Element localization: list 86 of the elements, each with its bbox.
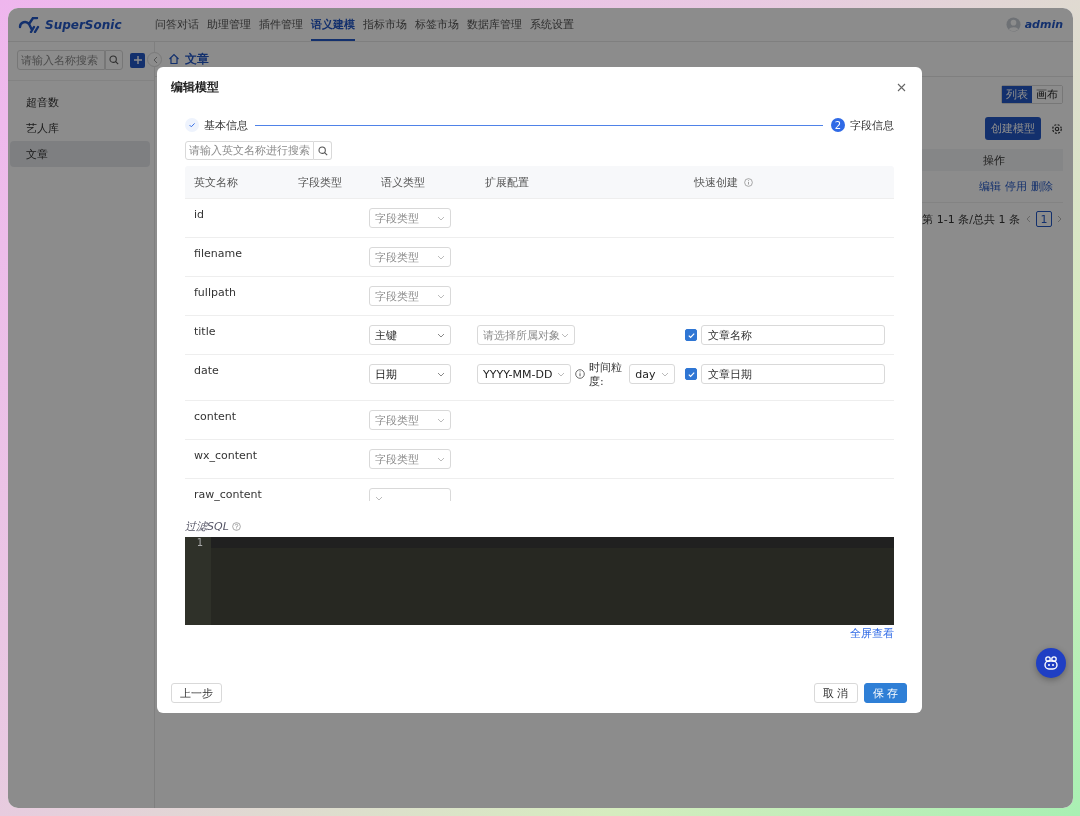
previous-step-button[interactable]: 上一步: [171, 683, 222, 703]
app-logo-text: SuperSonic: [45, 17, 122, 32]
semantic-type-select[interactable]: 字段类型: [369, 208, 451, 228]
table-cell: title: [194, 325, 216, 338]
sidebar-item[interactable]: 文章: [10, 141, 150, 167]
caret-down-icon: [437, 456, 445, 462]
step-label: 基本信息: [204, 117, 248, 133]
nav-tab[interactable]: 助理管理: [207, 8, 251, 41]
nav-tab[interactable]: 系统设置: [530, 8, 574, 41]
column-header: 操作: [983, 152, 1005, 168]
nav-tab[interactable]: 插件管理: [259, 8, 303, 41]
table-cell: raw_content: [194, 488, 262, 501]
save-button[interactable]: 保 存: [863, 683, 907, 703]
caret-down-icon: [437, 371, 445, 377]
granularity-select[interactable]: day: [629, 364, 676, 384]
line-number: 1: [196, 537, 203, 548]
action-link[interactable]: 停用: [1005, 179, 1027, 194]
info-icon[interactable]: [575, 369, 585, 379]
logo-icon: [18, 16, 40, 33]
search-button[interactable]: [314, 141, 332, 160]
table-cell: wx_content: [194, 449, 258, 462]
fullscreen-link[interactable]: 全屏查看: [850, 626, 894, 641]
caret-down-icon: [437, 215, 445, 221]
column-header: 英文名称: [194, 174, 238, 190]
caret-down-icon: [557, 371, 565, 377]
semantic-type-select[interactable]: 主键: [369, 325, 451, 345]
caret-down-icon: [437, 417, 445, 423]
robot-icon: [1043, 655, 1059, 671]
step-label: 字段信息: [850, 117, 894, 133]
view-toggle[interactable]: 列表: [1002, 86, 1032, 103]
checkbox[interactable]: [685, 368, 697, 380]
caret-down-icon: [661, 371, 670, 377]
date-format-select[interactable]: YYYY-MM-DD: [477, 364, 571, 384]
caret-down-icon: [375, 495, 383, 501]
table-cell: date: [194, 364, 219, 377]
info-icon[interactable]: [744, 177, 753, 187]
sidebar-item[interactable]: 超音数: [10, 89, 150, 115]
sql-editor[interactable]: 1: [185, 537, 894, 625]
table-cell: content: [194, 410, 237, 423]
action-link[interactable]: 编辑: [979, 179, 1001, 194]
home-icon[interactable]: [168, 53, 180, 65]
page-button[interactable]: 1: [1036, 211, 1052, 227]
column-header: 扩展配置: [485, 174, 529, 190]
column-header: 语义类型: [381, 174, 425, 190]
close-icon[interactable]: [897, 82, 906, 92]
nav-tab[interactable]: 指标市场: [363, 8, 407, 41]
caret-down-icon: [437, 254, 445, 260]
semantic-type-select[interactable]: 字段类型: [369, 410, 451, 430]
name-input-field[interactable]: 文章日期: [701, 364, 885, 384]
step-number: 2: [831, 118, 845, 132]
dialog-title: 编辑模型: [171, 78, 219, 96]
breadcrumb[interactable]: 文章: [185, 50, 209, 68]
search-icon: [317, 145, 328, 156]
checkbox[interactable]: [685, 329, 697, 341]
table-cell: fullpath: [194, 286, 236, 299]
sidebar-item[interactable]: 艺人库: [10, 115, 150, 141]
table-cell: filename: [194, 247, 242, 260]
plus-icon: [132, 55, 143, 65]
add-button[interactable]: [130, 52, 145, 68]
column-header: 字段类型: [298, 174, 342, 190]
search-button[interactable]: [105, 50, 124, 70]
nav-tab[interactable]: 问答对话: [155, 8, 199, 41]
settings-icon[interactable]: [1051, 122, 1063, 135]
granularity-label: 时间粒度:: [589, 361, 623, 389]
search-icon: [109, 55, 120, 65]
caret-down-icon: [437, 332, 445, 338]
pagination-summary: 第 1-1 条/总共 1 条: [922, 211, 1020, 227]
search-field[interactable]: 请输入英文名称进行搜索: [185, 141, 314, 160]
semantic-type-select[interactable]: 字段类型: [369, 286, 451, 306]
table-cell: id: [194, 208, 205, 221]
caret-down-icon: [561, 332, 569, 338]
name-input-field[interactable]: 文章名称: [701, 325, 885, 345]
user-name[interactable]: admin: [1024, 18, 1063, 31]
chevron-left-icon: [151, 55, 158, 64]
action-link[interactable]: 删除: [1031, 179, 1053, 194]
cancel-button[interactable]: 取 消: [814, 683, 858, 703]
nav-tab[interactable]: 标签市场: [415, 8, 459, 41]
semantic-type-select[interactable]: 字段类型: [369, 247, 451, 267]
semantic-type-select[interactable]: 日期: [369, 364, 451, 384]
object-select[interactable]: 请选择所属对象: [477, 325, 575, 345]
filter-sql-label: 过滤SQL: [185, 519, 229, 534]
caret-down-icon: [437, 293, 445, 299]
nav-tab[interactable]: 数据库管理: [467, 8, 522, 41]
column-header: 快速创建: [694, 174, 738, 190]
semantic-type-select[interactable]: 字段类型: [369, 449, 451, 469]
create-model-button[interactable]: 创建模型: [985, 117, 1041, 140]
